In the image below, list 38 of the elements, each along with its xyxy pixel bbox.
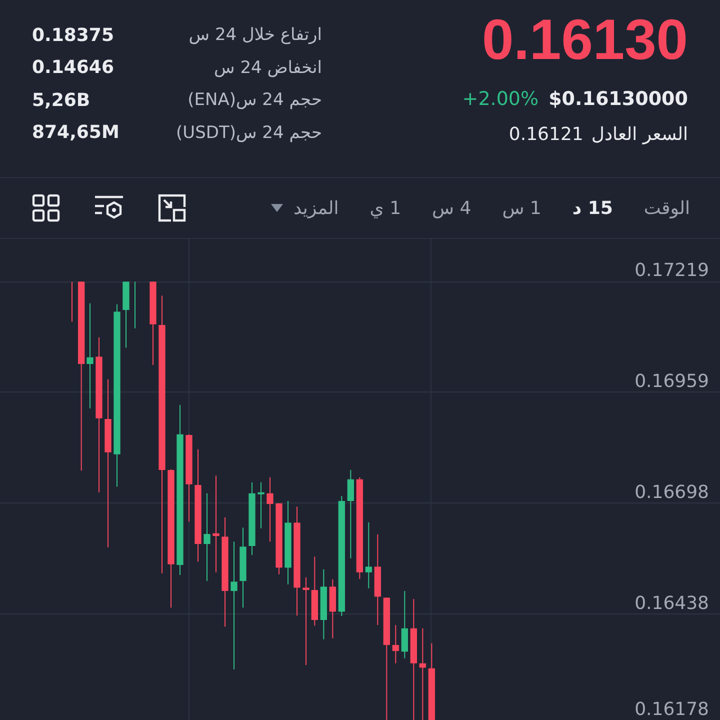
stat-label: انخفاض 24 س (214, 58, 322, 78)
candle (258, 482, 264, 528)
price-axis-label: 0.16959 (634, 371, 709, 392)
stat-value: 0.14646 (32, 57, 114, 78)
stat-label: حجم 24 س(ENA) (188, 90, 322, 110)
price-axis-label: 0.17219 (634, 260, 709, 281)
candle (266, 477, 274, 542)
indicator-settings-icon[interactable] (94, 195, 124, 221)
price-axis-label: 0.16178 (634, 699, 709, 720)
stat-value: 5,26B (32, 90, 90, 111)
candle (365, 522, 372, 588)
stat-value: 874,65M (32, 122, 120, 144)
resize-arrow-icon[interactable] (158, 194, 186, 222)
interval-tab[interactable]: 1 ي (370, 198, 402, 218)
last-price: 0.16130 (482, 8, 688, 72)
caret-down-icon (271, 204, 284, 212)
interval-tab[interactable]: 15 د (572, 198, 613, 218)
price-change: +2.00% (462, 87, 539, 112)
fair-price-value: 0.16121 (508, 123, 584, 147)
price-axis-label: 0.16438 (634, 593, 709, 614)
candle (392, 625, 399, 664)
candle (320, 569, 327, 640)
usd-price: $0.16130000 (548, 87, 688, 112)
candle (122, 282, 130, 348)
more-button[interactable]: المزيد (271, 198, 339, 218)
stat-value: 0.18375 (32, 24, 114, 46)
interval-tab[interactable]: الوقت (644, 198, 690, 218)
candle (401, 591, 408, 658)
fair-price-label: السعر العادل (591, 123, 688, 147)
interval-tab[interactable]: 4 س (432, 198, 472, 218)
interval-tab[interactable]: 1 س (502, 198, 542, 218)
stat-label: حجم 24 س(USDT) (176, 122, 322, 143)
candle (329, 579, 336, 638)
candle (311, 556, 318, 626)
grid-icon[interactable] (32, 194, 60, 222)
price-axis-label: 0.16698 (634, 482, 709, 503)
stat-label: ارتفاع خلال 24 س (188, 25, 322, 46)
candle (276, 503, 282, 574)
